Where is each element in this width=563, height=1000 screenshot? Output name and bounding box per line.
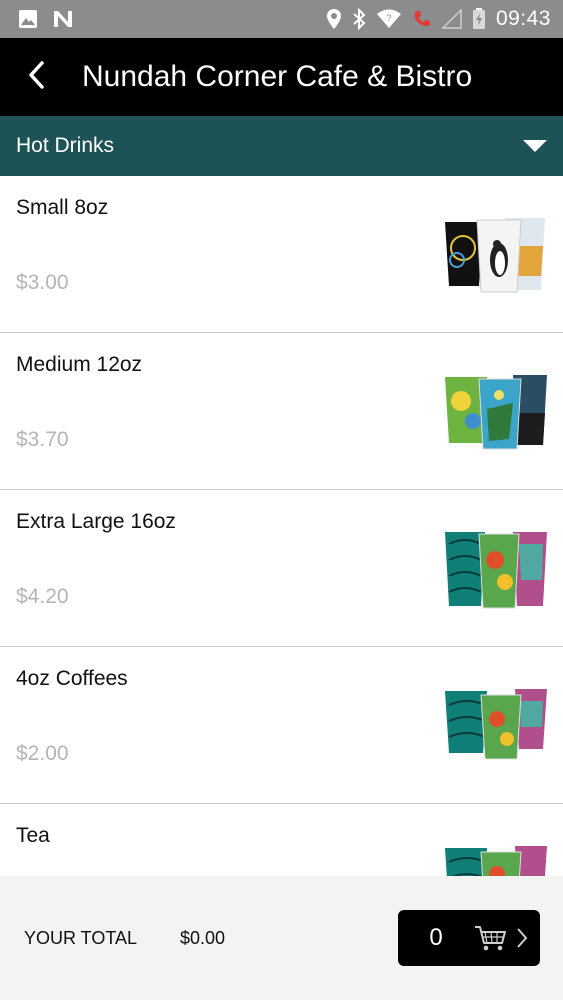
location-icon	[326, 8, 342, 30]
item-price: $3.70	[16, 428, 69, 451]
call-icon	[412, 9, 432, 29]
back-arrow-icon	[26, 60, 46, 95]
cup-image	[445, 532, 547, 609]
signal-icon	[441, 9, 462, 29]
item-name: Extra Large 16oz	[16, 510, 176, 533]
menu-list[interactable]: Small 8oz $3.00 Medium 12oz $3.70 Extra …	[0, 176, 563, 876]
bluetooth-icon	[352, 8, 366, 30]
cup-image	[445, 846, 547, 876]
order-total-bar: YOUR TOTAL $0.00 0	[0, 876, 563, 1000]
cup-image	[445, 218, 545, 293]
dropdown-caret-icon	[523, 140, 547, 152]
n-icon	[52, 9, 74, 29]
cart-count: 0	[429, 924, 443, 951]
total-label: YOUR TOTAL	[24, 927, 138, 948]
back-button[interactable]	[0, 38, 72, 116]
cup-image	[445, 375, 547, 450]
screen: ? 09:43 Nundah Corner Cafe & Bistro Hot …	[0, 0, 563, 1000]
menu-item-small-8oz[interactable]: Small 8oz $3.00	[0, 176, 563, 333]
wifi-icon: ?	[376, 9, 402, 29]
item-price: $3.00	[16, 271, 69, 294]
total-value: $0.00	[180, 927, 226, 948]
menu-item-medium-12oz[interactable]: Medium 12oz $3.70	[0, 333, 563, 490]
cart-button[interactable]: 0	[398, 910, 540, 966]
item-name: Medium 12oz	[16, 353, 143, 376]
menu-item-extra-large-16oz[interactable]: Extra Large 16oz $4.20	[0, 490, 563, 647]
page-title: Nundah Corner Cafe & Bistro	[82, 60, 473, 93]
menu-item-tea[interactable]: Tea	[0, 804, 563, 876]
item-name: 4oz Coffees	[16, 667, 128, 690]
category-label: Hot Drinks	[16, 134, 115, 157]
item-name: Small 8oz	[16, 196, 109, 219]
category-dropdown[interactable]: Hot Drinks	[0, 116, 563, 176]
app-bar: Nundah Corner Cafe & Bistro	[0, 38, 563, 116]
battery-icon	[472, 8, 486, 30]
cup-image	[445, 689, 547, 760]
item-price: $4.20	[16, 585, 69, 608]
menu-item-4oz-coffees[interactable]: 4oz Coffees $2.00	[0, 647, 563, 804]
cart-icon	[474, 924, 508, 952]
status-time: 09:43	[495, 7, 551, 30]
image-icon	[18, 9, 38, 29]
item-name: Tea	[16, 824, 50, 847]
status-bar: ? 09:43	[0, 0, 563, 38]
item-price: $2.00	[16, 742, 69, 765]
chevron-right-icon	[516, 927, 528, 949]
svg-text:?: ?	[386, 13, 391, 23]
